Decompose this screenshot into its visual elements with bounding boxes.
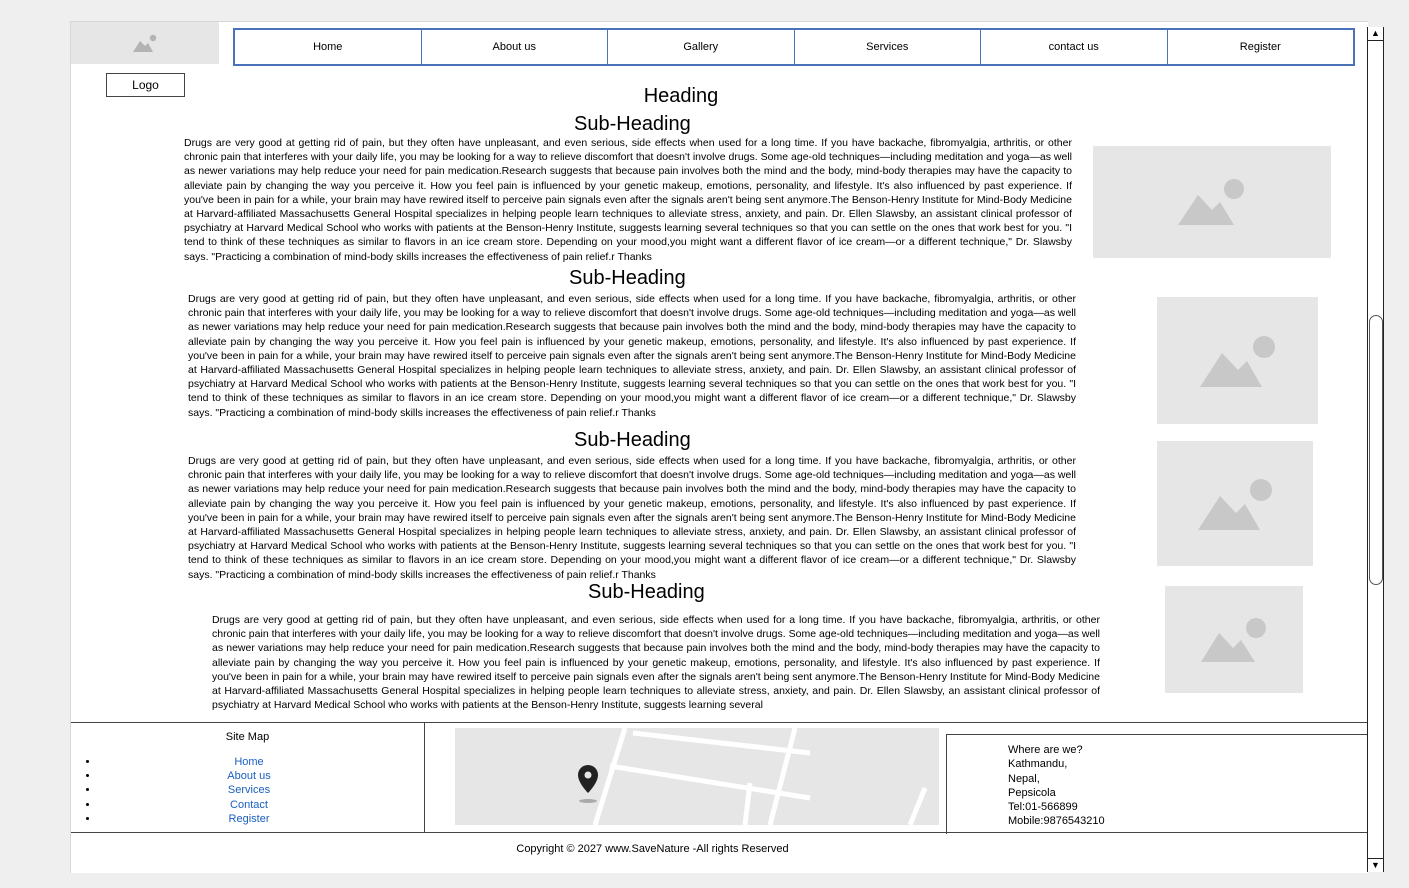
section-subheading: Sub-Heading [569,267,686,289]
image-placeholder [1093,146,1331,258]
image-icon [1201,617,1266,662]
section-subheading: Sub-Heading [588,581,705,603]
address-panel: Where are we? Kathmandu, Nepal, Pepsicol… [946,734,1368,834]
nav-register[interactable]: Register [1168,30,1354,64]
vertical-scrollbar[interactable]: ▲ ▼ [1367,27,1384,872]
image-icon [1199,335,1275,387]
nav-about-us[interactable]: About us [422,30,608,64]
address-line: Pepsicola [1008,786,1056,799]
address-title: Where are we? [1008,744,1083,756]
sitemap-link-home[interactable]: Home [234,756,263,768]
list-item: Contact [99,798,399,812]
nav-home[interactable]: Home [235,30,422,64]
section-subheading: Sub-Heading [574,113,691,135]
page-frame: Logo Home About us Gallery Services cont… [70,21,1368,873]
scrollbar-thumb[interactable] [1369,315,1383,585]
nav-services[interactable]: Services [795,30,981,64]
address-line: Nepal, [1008,772,1040,785]
list-item: About us [99,769,399,783]
address-lines: Where are we? Kathmandu, Nepal, Pepsicol… [1008,743,1105,829]
nav-contact-us[interactable]: contact us [981,30,1168,64]
image-icon [1198,478,1272,530]
copyright-divider [71,832,1368,833]
scroll-down-arrow-icon[interactable]: ▼ [1368,858,1383,872]
map-graphic [578,728,928,825]
section-paragraph: Drugs are very good at getting rid of pa… [184,137,1072,263]
sitemap-link-about-us[interactable]: About us [227,770,270,782]
address-line: Kathmandu, [1008,758,1068,771]
sitemap-title: Site Map [225,731,270,743]
nav-gallery[interactable]: Gallery [608,30,795,64]
section-paragraph: Drugs are very good at getting rid of pa… [188,455,1076,581]
page-heading: Heading [643,85,719,107]
section-paragraph: Drugs are very good at getting rid of pa… [212,614,1100,712]
copyright-text: Copyright © 2027 www.SaveNature -All rig… [516,843,789,855]
list-item: Services [99,783,399,797]
sitemap-link-contact[interactable]: Contact [230,799,268,811]
image-icon [133,34,157,52]
site-map: Site Map Home About us Services Contact … [71,723,425,833]
sitemap-link-register[interactable]: Register [229,813,270,825]
scroll-up-arrow-icon[interactable]: ▲ [1368,27,1383,41]
sitemap-list: Home About us Services Contact Register [71,755,399,826]
section-subheading: Sub-Heading [574,429,691,451]
image-icon [1178,179,1244,225]
sitemap-link-services[interactable]: Services [228,784,270,796]
list-item: Register [99,812,399,826]
image-placeholder [1157,441,1313,566]
image-placeholder [1157,297,1318,424]
map-pin-icon [578,765,598,793]
section-paragraph: Drugs are very good at getting rid of pa… [188,293,1076,419]
address-phone: Tel:01-566899 [1008,801,1078,814]
address-mobile: Mobile:9876543210 [1008,815,1105,828]
map-placeholder[interactable] [455,728,939,825]
list-item: Home [99,755,399,769]
logo-image-placeholder [71,22,219,64]
top-nav: Home About us Gallery Services contact u… [233,28,1355,66]
image-placeholder [1165,586,1303,693]
